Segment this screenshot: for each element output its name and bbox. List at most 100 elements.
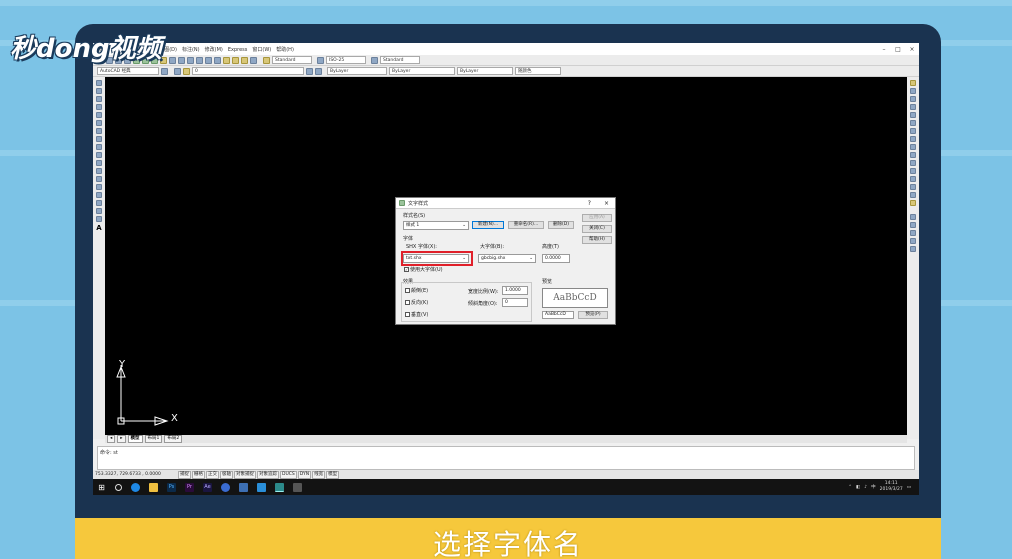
preview-button[interactable]: 预览(P) [578, 311, 608, 319]
snap-intersection-icon[interactable] [910, 230, 916, 236]
trim-icon[interactable] [910, 152, 916, 158]
table-icon[interactable] [96, 216, 102, 222]
color-select[interactable]: ByLayer [327, 67, 387, 75]
explode-icon[interactable] [910, 200, 916, 206]
network-icon[interactable]: ◧ [856, 485, 860, 490]
preview-text-input[interactable]: AaBbCcD [542, 311, 574, 319]
dim-style-icon[interactable] [317, 56, 324, 64]
layer-manager-icon[interactable] [174, 67, 181, 75]
text-style-icon[interactable] [263, 56, 270, 64]
mirror-icon[interactable] [910, 96, 916, 102]
line-icon[interactable] [96, 80, 102, 86]
rename-style-button[interactable]: 重命名(R)... [508, 221, 544, 229]
extend-icon[interactable] [910, 160, 916, 166]
redo-icon[interactable] [178, 56, 185, 64]
zoom-previous-icon[interactable] [214, 56, 221, 64]
autocad-icon[interactable] [275, 482, 284, 492]
move-icon[interactable] [910, 120, 916, 126]
stretch-icon[interactable] [910, 144, 916, 150]
style-name-select[interactable]: 样式 1 ⌄ [403, 221, 469, 230]
multiline-text-icon[interactable]: A [96, 224, 101, 232]
snap-perpendicular-icon[interactable] [910, 246, 916, 252]
layer-select[interactable]: 0 [192, 67, 304, 75]
tab-nav-first[interactable]: ◂ [107, 435, 116, 443]
status-toggle[interactable]: 正交 [206, 470, 219, 479]
erase-icon[interactable] [910, 80, 916, 86]
insert-block-icon[interactable] [96, 168, 102, 174]
plotstyle-select[interactable]: 随颜色 [515, 67, 561, 75]
workspace-select[interactable]: AutoCAD 经典 [97, 67, 159, 75]
undo-icon[interactable] [169, 56, 176, 64]
status-toggle[interactable]: 栅格 [192, 470, 205, 479]
status-toggle[interactable]: 对象追踪 [257, 470, 279, 479]
vertical-checkbox[interactable]: 垂直(V) [405, 311, 428, 318]
revision-cloud-icon[interactable] [96, 136, 102, 142]
zoom-window-icon[interactable] [205, 56, 212, 64]
close-button[interactable]: 关闭(C) [582, 225, 612, 233]
search-icon[interactable] [115, 483, 122, 491]
fillet-icon[interactable] [910, 192, 916, 198]
command-line[interactable]: 命令: st [97, 446, 915, 470]
after-effects-icon[interactable]: Ae [203, 482, 212, 492]
tab-model[interactable]: 模型 [127, 435, 143, 443]
help-icon[interactable]: ? [588, 200, 591, 207]
rotate-icon[interactable] [910, 128, 916, 134]
premiere-icon[interactable]: Pr [185, 482, 194, 492]
clock[interactable]: 14:11 2019/3/27 [880, 481, 903, 493]
chrome-icon[interactable] [221, 482, 230, 492]
table-style-select[interactable]: Standard [380, 56, 420, 64]
make-block-icon[interactable] [96, 176, 102, 182]
workspace-settings-icon[interactable] [161, 67, 168, 75]
delete-style-button[interactable]: 删除(D) [548, 221, 574, 229]
height-input[interactable]: 0.0000 [542, 254, 570, 263]
tool-palettes-icon[interactable] [241, 56, 248, 64]
pan-icon[interactable] [187, 56, 194, 64]
snap-endpoint-icon[interactable] [910, 214, 916, 220]
maximize-icon[interactable]: □ [891, 46, 905, 53]
snap-midpoint-icon[interactable] [910, 222, 916, 228]
edge-browser-icon[interactable] [131, 482, 140, 492]
snip-tool-icon[interactable] [293, 482, 302, 492]
notification-icon[interactable]: ▭ [907, 485, 911, 490]
zoom-icon[interactable] [196, 56, 203, 64]
status-toggle[interactable]: 极轴 [220, 470, 233, 479]
calculator-icon[interactable] [250, 56, 257, 64]
apply-button[interactable]: 应用(A) [582, 214, 612, 222]
menu-item[interactable]: Express [228, 47, 248, 53]
array-icon[interactable] [910, 112, 916, 118]
upside-down-checkbox[interactable]: 颠倒(E) [405, 287, 428, 294]
help-button[interactable]: 帮助(H) [582, 236, 612, 244]
status-toggle[interactable]: DUCS [280, 470, 297, 479]
status-toggle[interactable]: DYN [297, 470, 312, 479]
snap-center-icon[interactable] [910, 238, 916, 244]
layer-state-icon[interactable] [183, 67, 190, 75]
scale-icon[interactable] [910, 136, 916, 142]
offset-icon[interactable] [910, 104, 916, 110]
dim-style-select[interactable]: ISO-25 [326, 56, 366, 64]
ellipse-arc-icon[interactable] [96, 160, 102, 166]
file-explorer-icon[interactable] [149, 482, 158, 492]
region-icon[interactable] [96, 208, 102, 214]
table-style-icon[interactable] [371, 56, 378, 64]
menu-item[interactable]: 帮助(H) [276, 47, 294, 53]
circle-icon[interactable] [96, 128, 102, 134]
spline-icon[interactable] [96, 144, 102, 150]
construction-line-icon[interactable] [96, 88, 102, 94]
linetype-select[interactable]: ByLayer [389, 67, 455, 75]
browser-icon[interactable] [257, 482, 266, 492]
oblique-input[interactable]: 0 [502, 298, 528, 307]
close-icon[interactable]: × [905, 46, 919, 53]
tab-layout1[interactable]: 布局1 [144, 435, 163, 443]
chamfer-icon[interactable] [910, 184, 916, 190]
volume-icon[interactable]: ♪ [864, 485, 867, 490]
polygon-icon[interactable] [96, 104, 102, 110]
make-current-layer-icon[interactable] [306, 67, 313, 75]
tab-layout2[interactable]: 布局2 [164, 435, 183, 443]
menu-item[interactable]: 窗口(W) [252, 47, 271, 53]
gradient-icon[interactable] [96, 200, 102, 206]
photoshop-icon[interactable]: Ps [167, 482, 176, 492]
bigfont-select[interactable]: gbcbig.shx ⌄ [478, 254, 536, 263]
backwards-checkbox[interactable]: 反向(K) [405, 299, 428, 306]
status-toggle[interactable]: 捕捉 [178, 470, 191, 479]
ime-icon[interactable]: 中 [871, 484, 876, 490]
